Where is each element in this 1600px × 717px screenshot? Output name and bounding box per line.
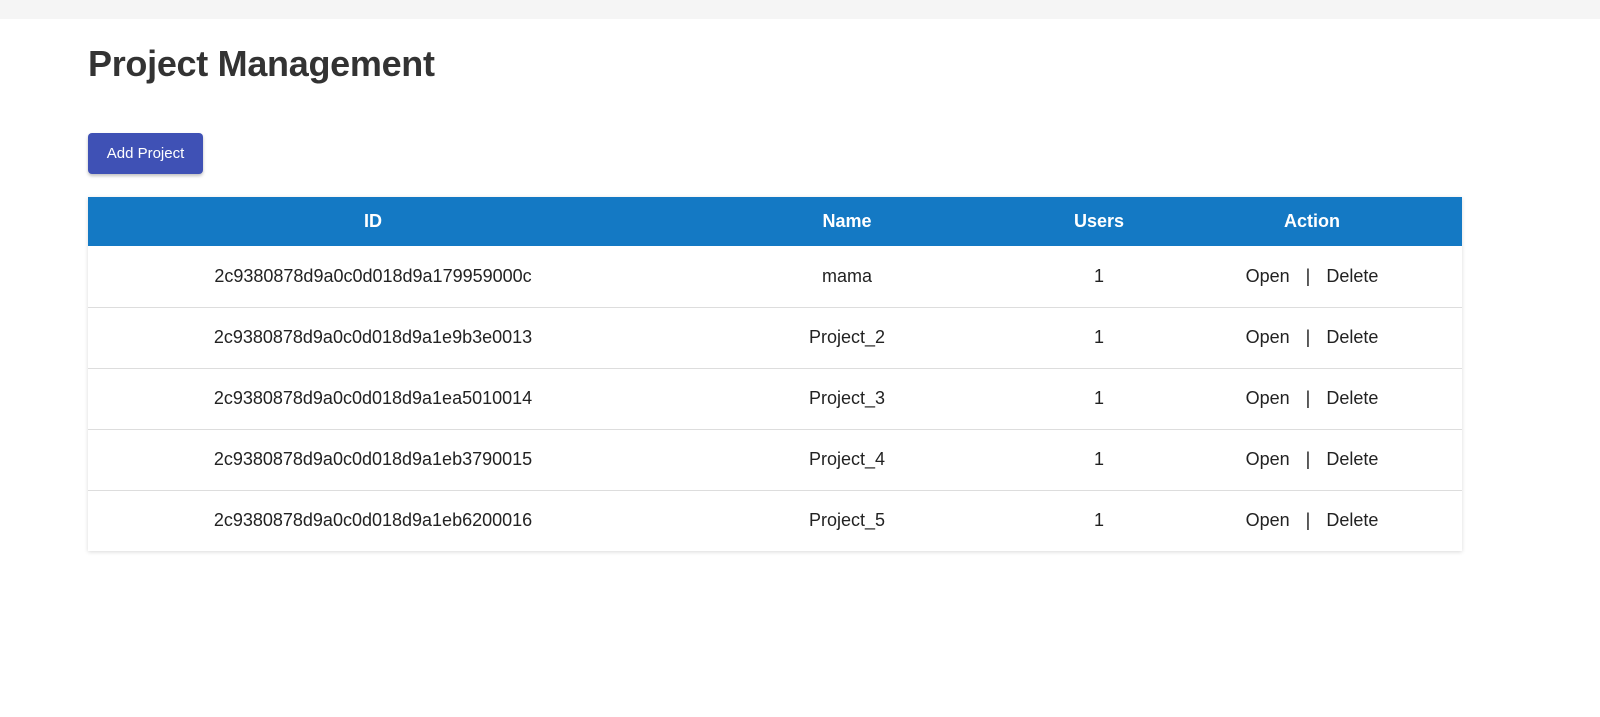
cell-name: Project_3 — [808, 388, 886, 408]
open-link[interactable]: Open — [1246, 510, 1290, 530]
add-project-button[interactable]: Add Project — [88, 133, 203, 174]
delete-link[interactable]: Delete — [1326, 449, 1378, 469]
cell-id: 2c9380878d9a0c0d018d9a1eb6200016 — [213, 510, 533, 531]
cell-id: 2c9380878d9a0c0d018d9a1e9b3e0013 — [213, 327, 533, 347]
action-separator: | — [1305, 327, 1311, 347]
cell-action: Open | Delete — [1162, 429, 1462, 490]
action-separator: | — [1305, 388, 1311, 408]
column-header-users: Users — [1073, 211, 1125, 231]
column-header-id: ID — [364, 211, 382, 231]
column-header-name: Name — [822, 211, 872, 231]
cell-action: Open | Delete — [1162, 368, 1462, 429]
table-header: ID Name Users Action — [88, 197, 1462, 246]
action-separator: | — [1305, 265, 1311, 286]
table-row: 2c9380878d9a0c0d018d9a179959000c mama 1 … — [88, 246, 1462, 307]
delete-link[interactable]: Delete — [1326, 327, 1378, 347]
action-separator: | — [1305, 449, 1311, 469]
cell-users: 1 — [1093, 510, 1104, 531]
cell-name: mama — [821, 265, 872, 286]
page-title: Project Management — [88, 43, 435, 84]
cell-name: Project_4 — [808, 449, 886, 469]
open-link[interactable]: Open — [1246, 327, 1290, 347]
cell-action: Open | Delete — [1162, 246, 1462, 307]
cell-action: Open | Delete — [1162, 307, 1462, 368]
delete-link[interactable]: Delete — [1326, 266, 1378, 286]
cell-users: 1 — [1093, 388, 1104, 408]
table-header-row: ID Name Users Action — [88, 197, 1462, 246]
cell-action: Open | Delete — [1162, 490, 1462, 551]
table-row: 2c9380878d9a0c0d018d9a1eb6200016 Project… — [88, 490, 1462, 551]
open-link[interactable]: Open — [1246, 388, 1290, 408]
cell-id: 2c9380878d9a0c0d018d9a1eb3790015 — [213, 449, 533, 469]
open-link[interactable]: Open — [1246, 266, 1290, 286]
open-link[interactable]: Open — [1246, 449, 1290, 469]
cell-users: 1 — [1093, 265, 1104, 286]
cell-users: 1 — [1093, 327, 1104, 347]
cell-name: Project_5 — [808, 510, 886, 531]
column-header-action: Action — [1284, 211, 1340, 231]
table-row: 2c9380878d9a0c0d018d9a1ea5010014 Project… — [88, 368, 1462, 429]
top-bar — [0, 0, 1600, 19]
cell-name: Project_2 — [808, 327, 886, 347]
projects-table: ID Name Users Action 2c9380878d9a0c0d018… — [88, 197, 1462, 551]
cell-id: 2c9380878d9a0c0d018d9a1ea5010014 — [213, 388, 533, 408]
table-row: 2c9380878d9a0c0d018d9a1eb3790015 Project… — [88, 429, 1462, 490]
action-separator: | — [1305, 510, 1311, 531]
delete-link[interactable]: Delete — [1326, 388, 1378, 408]
cell-id: 2c9380878d9a0c0d018d9a179959000c — [214, 265, 532, 286]
projects-table-container: ID Name Users Action 2c9380878d9a0c0d018… — [88, 197, 1462, 551]
table-row: 2c9380878d9a0c0d018d9a1e9b3e0013 Project… — [88, 307, 1462, 368]
table-body: 2c9380878d9a0c0d018d9a179959000c mama 1 … — [88, 246, 1462, 551]
delete-link[interactable]: Delete — [1326, 510, 1378, 530]
cell-users: 1 — [1093, 449, 1104, 469]
